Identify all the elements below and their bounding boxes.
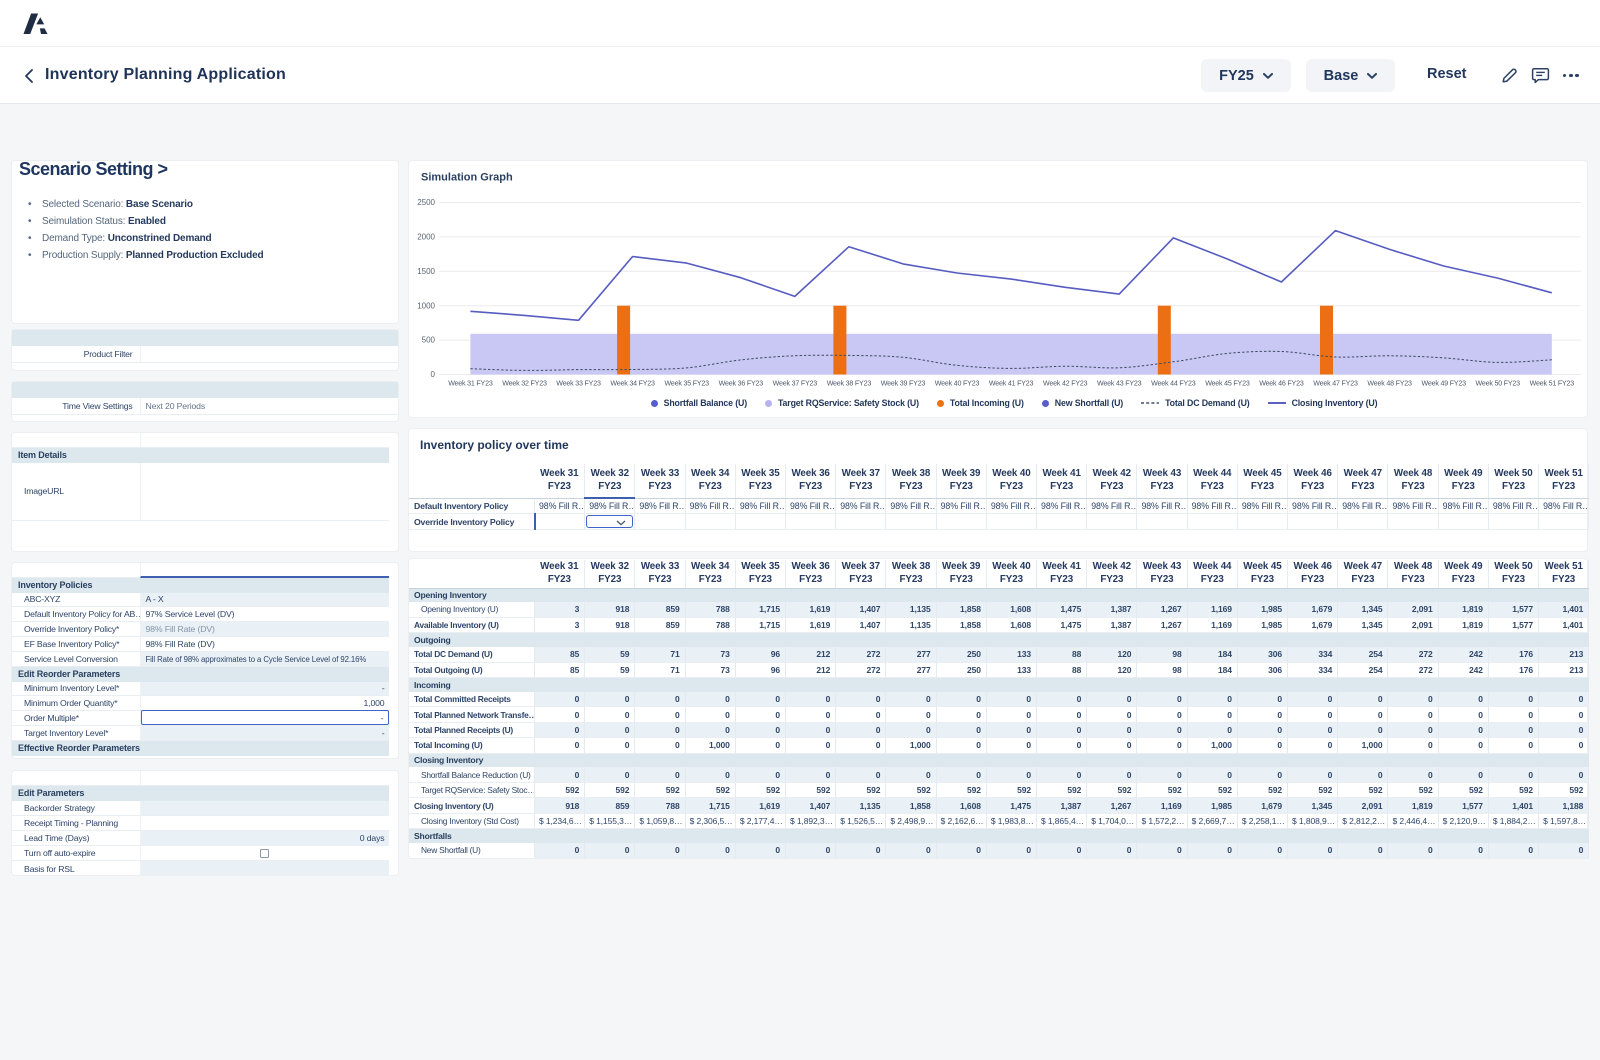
svg-text:500: 500 <box>422 336 436 345</box>
svg-text:2500: 2500 <box>417 198 435 207</box>
svg-text:2000: 2000 <box>417 233 435 242</box>
svg-text:Week 41 FY23: Week 41 FY23 <box>989 380 1034 388</box>
svg-text:Week 39 FY23: Week 39 FY23 <box>881 380 926 388</box>
svg-text:Week 47 FY23: Week 47 FY23 <box>1313 380 1358 388</box>
svg-text:Week 32 FY23: Week 32 FY23 <box>502 380 547 388</box>
svg-text:Simulation Graph: Simulation Graph <box>421 172 513 184</box>
svg-text:Week 40 FY23: Week 40 FY23 <box>935 380 980 388</box>
svg-text:Week 45 FY23: Week 45 FY23 <box>1205 380 1250 388</box>
svg-text:Week 51 FY23: Week 51 FY23 <box>1530 380 1575 388</box>
svg-text:Week 42 FY23: Week 42 FY23 <box>1043 380 1088 388</box>
svg-text:Week 35 FY23: Week 35 FY23 <box>664 380 709 388</box>
svg-text:Week 48 FY23: Week 48 FY23 <box>1367 380 1412 388</box>
svg-text:Week 49 FY23: Week 49 FY23 <box>1421 380 1466 388</box>
svg-text:Week 31 FY23: Week 31 FY23 <box>448 380 493 388</box>
svg-text:Week 50 FY23: Week 50 FY23 <box>1475 380 1520 388</box>
svg-text:Week 34 FY23: Week 34 FY23 <box>610 380 655 388</box>
svg-text:Week 37 FY23: Week 37 FY23 <box>773 380 818 388</box>
svg-text:Week 43 FY23: Week 43 FY23 <box>1097 380 1142 388</box>
svg-text:Week 36 FY23: Week 36 FY23 <box>719 380 764 388</box>
svg-text:0: 0 <box>431 370 436 379</box>
svg-text:Week 33 FY23: Week 33 FY23 <box>556 380 601 388</box>
svg-text:1000: 1000 <box>417 301 435 310</box>
svg-text:1500: 1500 <box>417 267 435 276</box>
svg-text:Week 44 FY23: Week 44 FY23 <box>1151 380 1196 388</box>
svg-text:Week 46 FY23: Week 46 FY23 <box>1259 380 1304 388</box>
svg-text:Week 38 FY23: Week 38 FY23 <box>827 380 872 388</box>
